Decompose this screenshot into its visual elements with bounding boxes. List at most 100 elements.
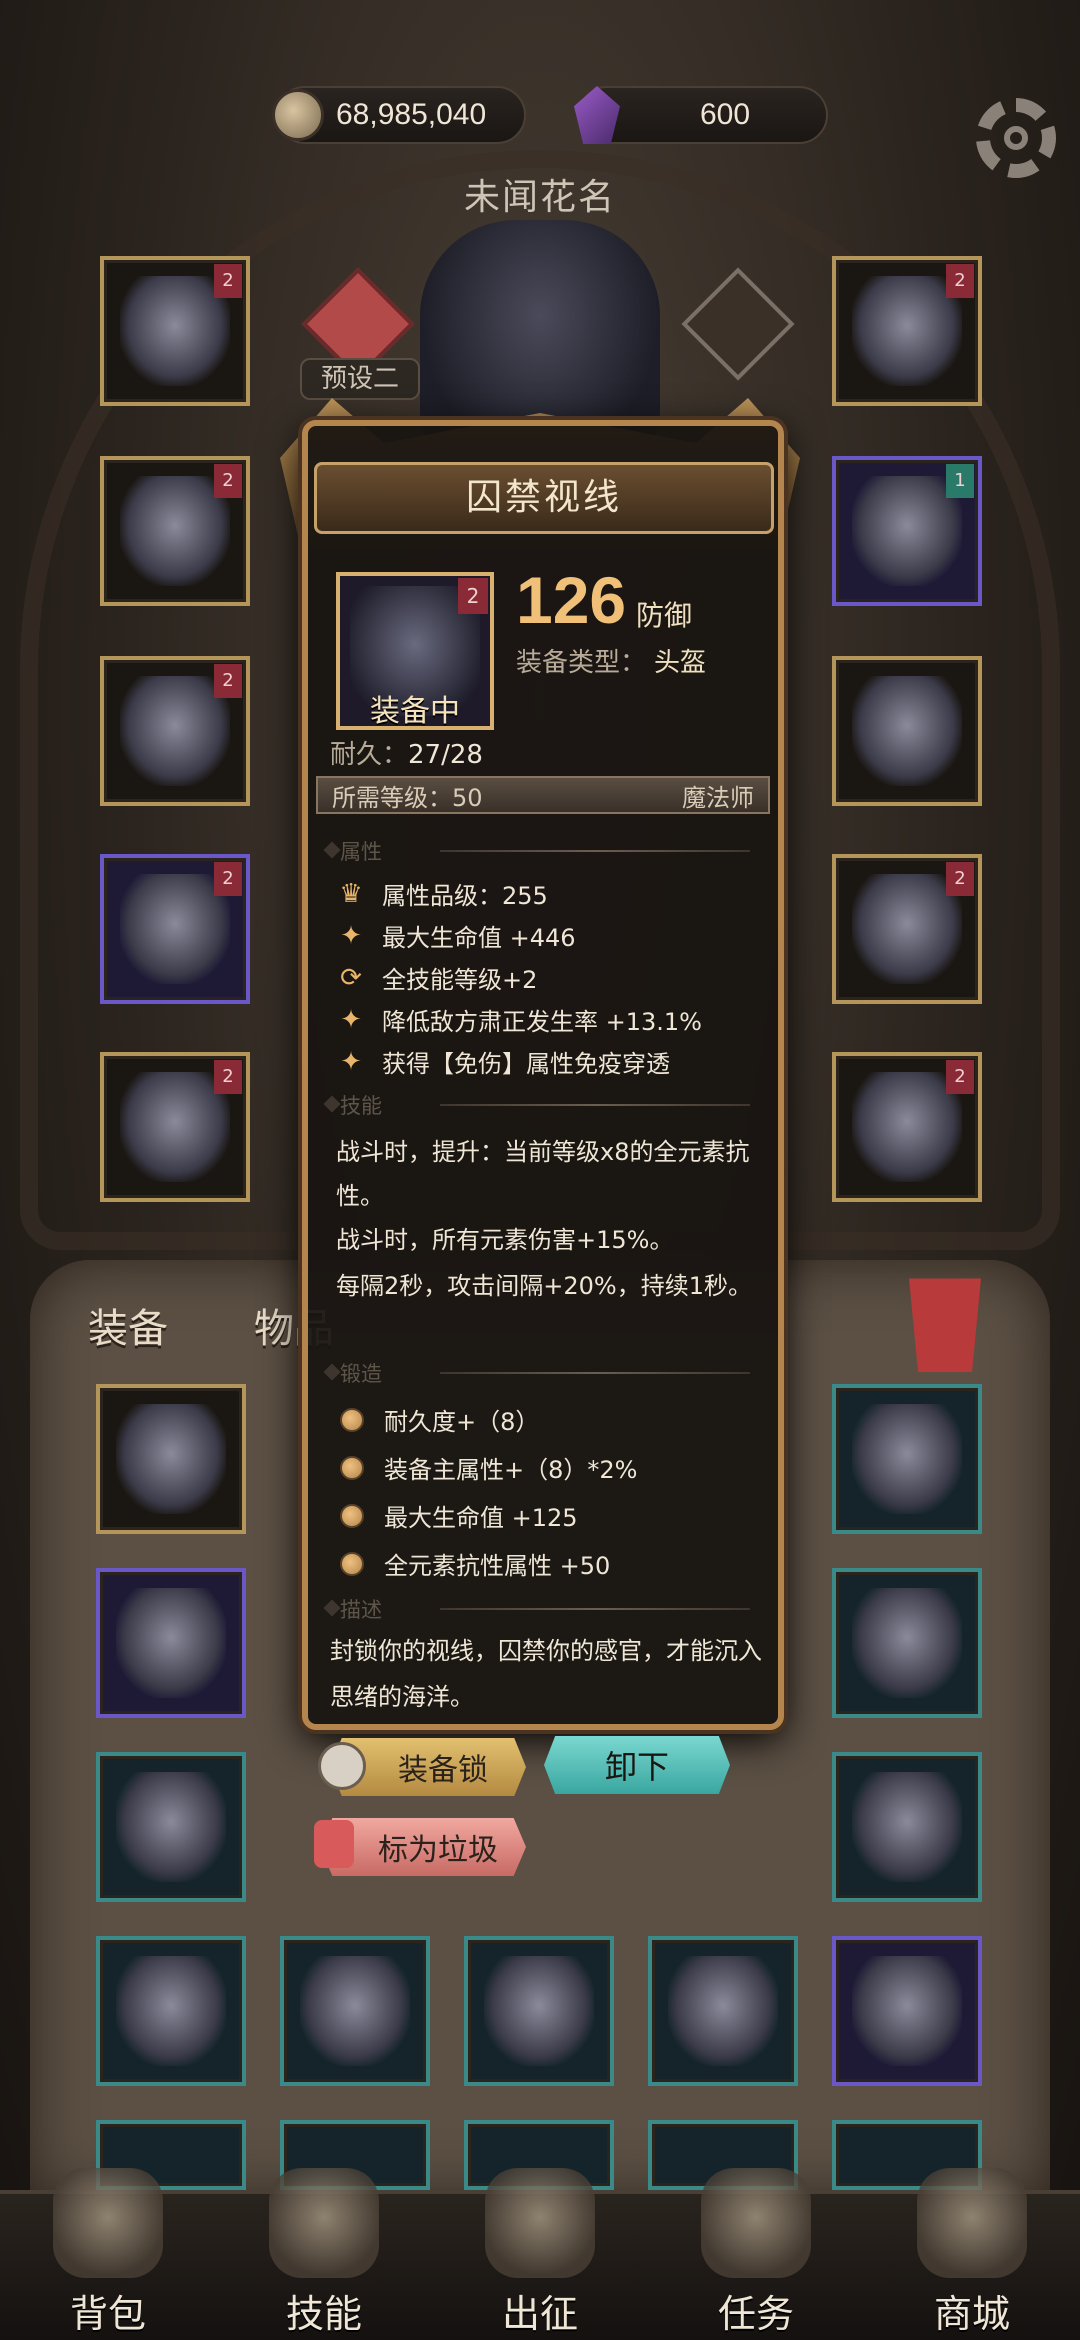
durability-value: 27/28 [408,740,483,770]
forge-dot-icon [340,1407,364,1432]
trash-can-icon [314,1820,354,1868]
attribute-line: ✦ 降低敌方肃正发生率 +13.1% [334,1002,702,1037]
staff-icon [852,1772,962,1882]
inventory-item[interactable] [280,1936,430,2086]
skill-line: 战斗时，所有元素伤害+15%。 [336,1226,674,1254]
ring-icon [852,676,962,786]
boots-icon [300,1956,410,2066]
nav-label: 商城 [933,2292,1010,2336]
item-title: 囚禁视线 [314,462,774,534]
enhance-badge: 2 [946,1060,974,1094]
item-description: 封锁你的视线，囚禁你的感官，才能沉入思绪的海洋。 [330,1637,762,1711]
hat-icon [668,1956,778,2066]
forge-text: 全元素抗性属性 +50 [384,1552,611,1580]
forge-line: 最大生命值 +125 [340,1498,578,1533]
section-attributes: 属性 [340,836,760,866]
required-class: 魔法师 [682,783,754,812]
nav-label: 任务 [717,2292,794,2336]
map-icon [485,2168,595,2278]
attribute-text: 获得【免伤】属性免疫穿透 [382,1050,670,1078]
inventory-item[interactable] [832,1568,982,1718]
required-level: 所需等级：50 [332,783,483,812]
skill-book-icon [269,2168,379,2278]
attribute-text: 降低敌方肃正发生率 +13.1% [382,1008,702,1036]
durability: 耐久：27/28 [330,734,483,771]
belt-icon [116,1588,226,1698]
attribute-line: ✦ 获得【免伤】属性免疫穿透 [334,1044,670,1079]
lock-icon [318,1742,366,1790]
attribute-text: 全技能等级+2 [382,966,538,994]
nav-quests[interactable]: 任务 [666,2168,846,2338]
equip-slot-pants[interactable]: 2 [100,854,250,1004]
equip-slot-necklace[interactable]: 2 [832,256,982,406]
equip-slot-weapon[interactable]: 2 [832,854,982,1004]
unequip-button[interactable]: 卸下 [544,1736,730,1794]
forge-text: 最大生命值 +125 [384,1504,578,1532]
inventory-item[interactable] [832,1936,982,2086]
button-label: 标为垃圾 [378,1833,498,1868]
sparkle-icon: ✦ [340,1046,362,1077]
skill-line: 战斗时，提升：当前等级x8的全元素抗性。 [336,1138,750,1210]
sparkle-icon: ✦ [340,920,362,951]
equip-type-label: 装备类型： [516,648,647,678]
equipped-label: 装备中 [370,694,460,729]
forge-text: 装备主属性+（8）*2% [384,1456,638,1484]
equip-slot-helmet[interactable]: 2 [100,256,250,406]
enhance-badge: 2 [946,264,974,298]
settings-gear-icon[interactable] [976,98,1056,178]
attribute-text: 最大生命值 +446 [382,924,576,952]
equip-slot-ring-2[interactable] [832,656,982,806]
nav-skills[interactable]: 技能 [234,2168,414,2338]
nav-label: 背包 [69,2292,146,2336]
equip-type: 装备类型： 头盔 [516,642,706,679]
horn-icon [701,2168,811,2278]
staff-icon [116,1772,226,1882]
enhance-badge: 2 [214,862,242,896]
forge-line: 装备主属性+（8）*2% [340,1450,637,1485]
equip-type-value: 头盔 [654,648,707,678]
hood-icon [852,1588,962,1698]
equip-slot-offhand[interactable]: 2 [832,1052,982,1202]
inventory-item[interactable] [832,1752,982,1902]
forge-text: 耐久度+（8） [384,1408,540,1436]
defense-value: 126 [516,563,627,637]
inventory-item[interactable] [96,1936,246,2086]
attribute-line: ⟳ 全技能等级+2 [334,960,537,995]
bag-icon [53,2168,163,2278]
nav-expedition[interactable]: 出征 [450,2168,630,2338]
equip-slot-armor[interactable]: 2 [100,456,250,606]
pants-icon [116,1404,226,1514]
inventory-item[interactable] [96,1384,246,1534]
crown-icon: ♛ [339,878,363,909]
enhance-badge: 2 [214,664,242,698]
nav-label: 出征 [501,2292,578,2336]
button-label: 卸下 [604,1748,669,1786]
inventory-item[interactable] [648,1936,798,2086]
gem-amount: 600 [700,98,751,131]
equip-slot-boots[interactable]: 2 [100,1052,250,1202]
enhance-badge: 2 [214,464,242,498]
nav-shop[interactable]: 商城 [882,2168,1062,2338]
nav-bag[interactable]: 背包 [18,2168,198,2338]
equip-slot-ring-1[interactable]: 1 [832,456,982,606]
equip-slot-gloves[interactable]: 2 [100,656,250,806]
forge-dot-icon [340,1503,364,1528]
forge-dot-icon [340,1455,364,1480]
forge-line: 全元素抗性属性 +50 [340,1546,610,1581]
inventory-item[interactable] [464,1936,614,2086]
boots-icon [852,1956,962,2066]
forge-dot-icon [340,1551,364,1576]
defense-unit: 防御 [636,599,693,632]
attribute-line: ✦ 最大生命值 +446 [334,918,576,953]
pants-icon [484,1956,594,2066]
crown-icon [917,2168,1027,2278]
forge-line: 耐久度+（8） [340,1402,539,1437]
preset-label[interactable]: 预设二 [300,358,420,400]
nav-label: 技能 [285,2292,362,2336]
enhance-badge: 2 [946,862,974,896]
inventory-item[interactable] [96,1568,246,1718]
inventory-item[interactable] [96,1752,246,1902]
ring-icon [116,1956,226,2066]
inventory-item[interactable] [832,1384,982,1534]
tab-equipment[interactable]: 装备 [88,1296,168,1354]
